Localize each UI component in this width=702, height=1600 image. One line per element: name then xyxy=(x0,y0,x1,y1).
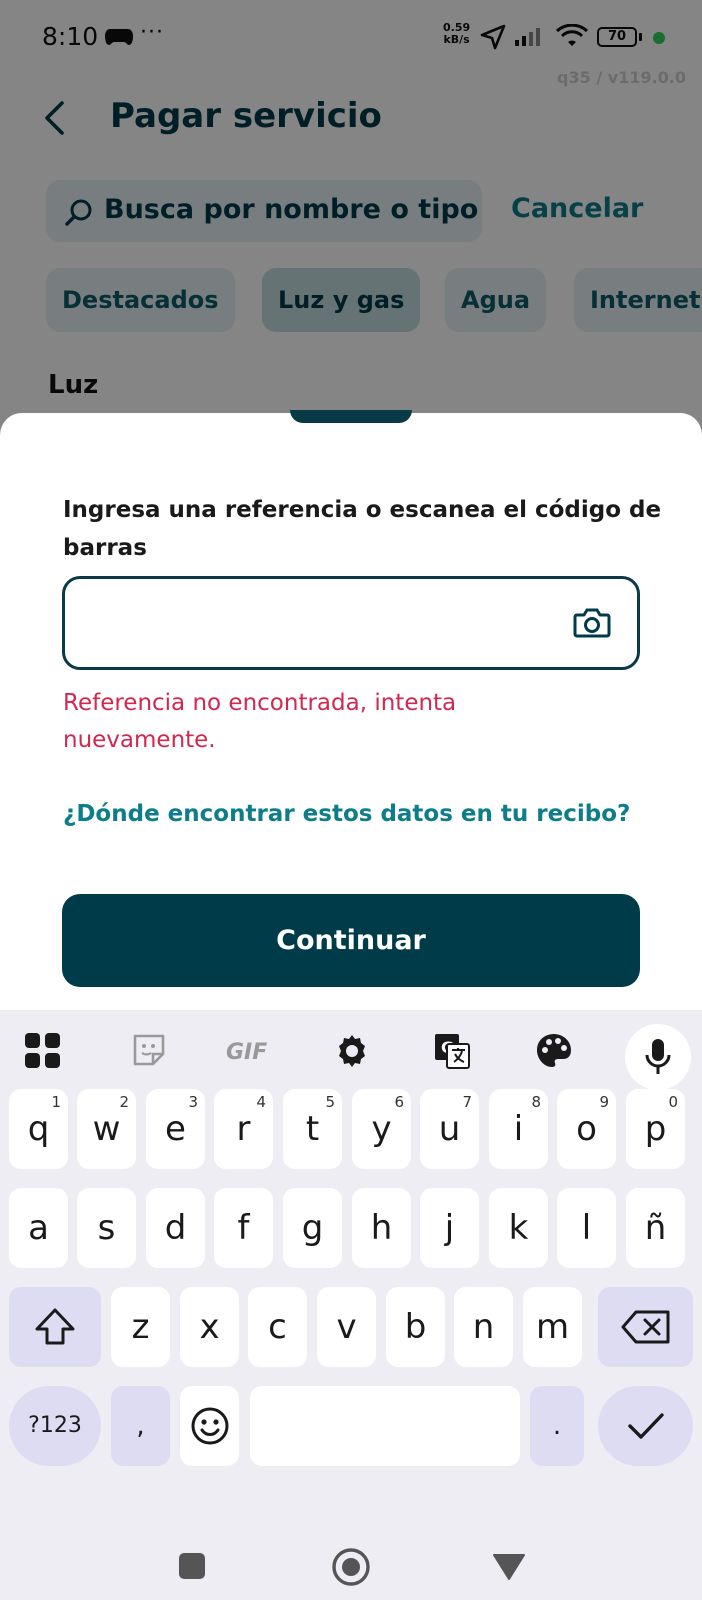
key-w[interactable]: w2 xyxy=(77,1089,136,1169)
camera-icon[interactable] xyxy=(573,607,611,643)
key-hint: 2 xyxy=(119,1093,129,1111)
key-hint: 0 xyxy=(668,1093,678,1111)
settings-gear-icon[interactable] xyxy=(333,1032,371,1074)
key-m[interactable]: m xyxy=(523,1287,582,1367)
key-label: e xyxy=(165,1109,186,1149)
key-z[interactable]: z xyxy=(111,1287,170,1367)
key-hint: 5 xyxy=(325,1093,335,1111)
reference-bottom-sheet: Ingresa una referencia o escanea el códi… xyxy=(0,410,702,1013)
space-key[interactable] xyxy=(250,1386,520,1466)
key-t[interactable]: t5 xyxy=(283,1089,342,1169)
key-o[interactable]: o9 xyxy=(557,1089,616,1169)
key-j[interactable]: j xyxy=(420,1188,479,1268)
continue-button[interactable]: Continuar xyxy=(62,894,640,987)
key-enye[interactable]: ñ xyxy=(626,1188,685,1268)
key-label: r xyxy=(236,1109,251,1149)
key-e[interactable]: e3 xyxy=(146,1089,205,1169)
key-label: q xyxy=(27,1109,50,1149)
key-label: i xyxy=(513,1109,524,1149)
key-hint: 1 xyxy=(51,1093,61,1111)
key-hint: 4 xyxy=(256,1093,266,1111)
sticker-icon[interactable] xyxy=(131,1032,167,1072)
receipt-help-link[interactable]: ¿Dónde encontrar estos datos en tu recib… xyxy=(63,801,630,827)
key-u[interactable]: u7 xyxy=(420,1089,479,1169)
key-hint: 3 xyxy=(188,1093,198,1111)
emoji-icon xyxy=(191,1407,228,1445)
key-c[interactable]: c xyxy=(248,1287,307,1367)
recents-square-icon[interactable] xyxy=(178,1552,206,1584)
shift-arrow-icon xyxy=(35,1308,75,1345)
key-v[interactable]: v xyxy=(317,1287,376,1367)
home-circle-icon[interactable] xyxy=(331,1547,371,1591)
key-hint: 6 xyxy=(394,1093,404,1111)
reference-label: Ingresa una referencia o escanea el códi… xyxy=(63,497,662,561)
key-h[interactable]: h xyxy=(352,1188,411,1268)
key-hint: 8 xyxy=(531,1093,541,1111)
key-g[interactable]: g xyxy=(283,1188,342,1268)
sheet-drag-handle[interactable] xyxy=(290,410,412,423)
backspace-icon xyxy=(621,1310,669,1344)
key-q[interactable]: q1 xyxy=(9,1089,68,1169)
key-label: w xyxy=(92,1109,121,1149)
key-d[interactable]: d xyxy=(146,1188,205,1268)
key-hint: 9 xyxy=(599,1093,609,1111)
key-n[interactable]: n xyxy=(454,1287,513,1367)
key-label: p xyxy=(644,1109,667,1149)
key-label: o xyxy=(576,1109,597,1149)
key-b[interactable]: b xyxy=(386,1287,445,1367)
keyboard-toolbar: GIF G xyxy=(0,1010,702,1100)
mic-button[interactable] xyxy=(625,1024,691,1090)
shift-key[interactable] xyxy=(9,1287,101,1367)
key-l[interactable]: l xyxy=(557,1188,616,1268)
symbols-key[interactable]: ?123 xyxy=(9,1386,101,1466)
key-label: y xyxy=(371,1109,392,1149)
key-f[interactable]: f xyxy=(214,1188,273,1268)
emoji-key[interactable] xyxy=(180,1386,239,1466)
system-nav-bar xyxy=(0,1547,702,1600)
checkmark-icon xyxy=(627,1413,664,1439)
key-p[interactable]: p0 xyxy=(626,1089,685,1169)
comma-key[interactable]: , xyxy=(111,1386,170,1466)
error-message: Referencia no encontrada, intenta nuevam… xyxy=(63,690,457,753)
key-hint: 7 xyxy=(462,1093,472,1111)
key-label: u xyxy=(438,1109,461,1149)
key-a[interactable]: a xyxy=(9,1188,68,1268)
key-y[interactable]: y6 xyxy=(352,1089,411,1169)
reference-input[interactable] xyxy=(62,576,640,670)
key-x[interactable]: x xyxy=(180,1287,239,1367)
back-triangle-icon[interactable] xyxy=(492,1553,526,1585)
period-key[interactable]: . xyxy=(530,1386,584,1466)
key-i[interactable]: i8 xyxy=(489,1089,548,1169)
keyboard: GIF G q1 w2 e3 r4 t5 y6 u7 i8 o9 p0 a s … xyxy=(0,1010,702,1600)
key-s[interactable]: s xyxy=(77,1188,136,1268)
key-label: t xyxy=(305,1109,320,1149)
key-k[interactable]: k xyxy=(489,1188,548,1268)
backspace-key[interactable] xyxy=(598,1287,693,1367)
enter-key[interactable] xyxy=(598,1386,693,1466)
key-r[interactable]: r4 xyxy=(214,1089,273,1169)
